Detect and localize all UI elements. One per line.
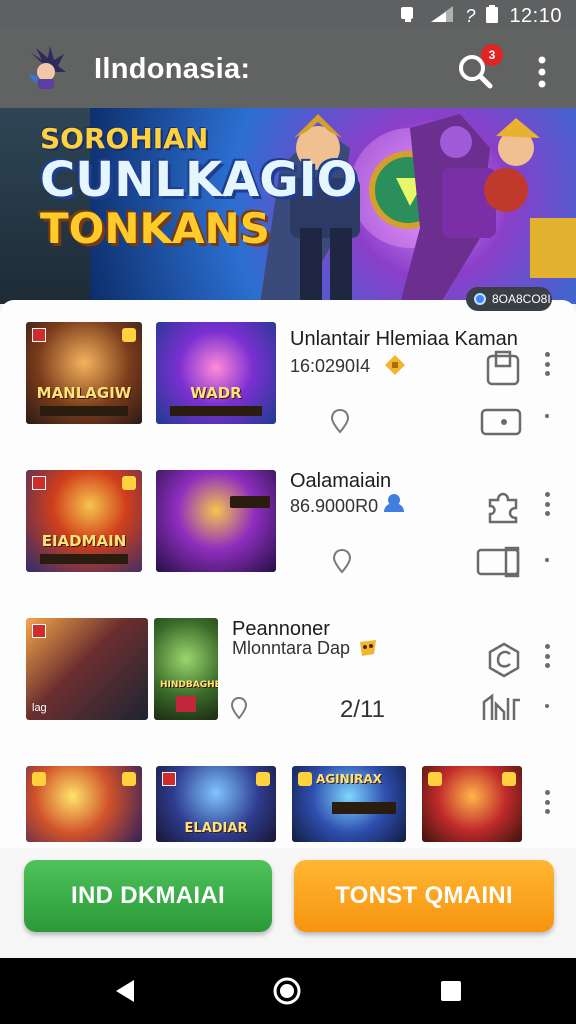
game-thumbnail[interactable]: AGINIRAX [292, 766, 406, 842]
clock: 12:10 [509, 5, 562, 27]
tablet-icon[interactable] [476, 546, 522, 578]
refresh-icon[interactable] [486, 640, 522, 678]
item-more-dot[interactable] [543, 704, 551, 710]
banner-chip[interactable]: 8OA8CO8I [466, 287, 552, 311]
list-item[interactable]: ELADIAR AGINIRAX [0, 766, 576, 844]
chip-label: 8OA8CO8I [492, 292, 551, 306]
more-vert-icon [538, 56, 546, 88]
item-more-dot[interactable] [543, 558, 551, 564]
thumbnail-title: WADR [190, 384, 242, 402]
banner-line-2: CUNLKAGIO [40, 152, 358, 208]
game-thumbnail[interactable]: lag [26, 618, 148, 720]
item-menu-button[interactable] [543, 644, 551, 668]
thumbnail-title: MANLAGIW [36, 384, 132, 402]
stats-icon[interactable] [480, 692, 522, 724]
list-item[interactable]: MANLAGIW WADR Unlantair Hlemiaa Kaman 16… [0, 322, 576, 436]
home-icon[interactable] [272, 976, 302, 1006]
badge-icon [122, 772, 136, 786]
avatar[interactable] [22, 46, 68, 92]
bookmark-icon[interactable] [484, 350, 522, 388]
game-thumbnail[interactable] [26, 766, 142, 842]
profile-icon [384, 494, 404, 512]
status-bar: ? 12:10 [0, 0, 576, 30]
item-subtitle: 16:0290I4 [290, 356, 371, 376]
thumbnail-strip [170, 406, 262, 416]
age-rating-icon [32, 624, 46, 638]
game-thumbnail[interactable]: MANLAGIW [26, 322, 142, 424]
item-subtitle: 86.9000R0 [290, 496, 379, 516]
badge-icon [256, 772, 270, 786]
thumbnail-title: AGINIRAX [316, 772, 382, 786]
item-menu-button[interactable] [543, 790, 551, 814]
primary-action-button[interactable]: IND DKMAIAI [24, 860, 272, 932]
thumbnail-title: ELADIAR [184, 821, 248, 836]
item-subtitle: Mlonntara Dap [232, 638, 351, 658]
notification-badge[interactable]: 3 [481, 44, 503, 66]
thumbnail-title: HINDBAGHEES [160, 680, 218, 690]
system-nav-bar [0, 958, 576, 1024]
secondary-action-button[interactable]: TONST QMAINI [294, 860, 554, 932]
thumbnail-strip [40, 406, 128, 416]
location-pin-icon [330, 408, 350, 434]
app-title: Ilndonasia: [94, 53, 251, 85]
puzzle-icon[interactable] [484, 488, 522, 526]
item-more-dot[interactable] [543, 414, 551, 420]
badge-icon [32, 772, 46, 786]
signal-icon [429, 4, 455, 29]
game-thumbnail[interactable]: EIADMAIN [26, 470, 142, 572]
overflow-menu-button[interactable] [528, 52, 556, 92]
game-thumbnail[interactable]: WADR [156, 322, 276, 424]
game-thumbnail[interactable]: HINDBAGHEES [154, 618, 218, 720]
banner-line-1: SOROHIAN [40, 122, 209, 155]
game-thumbnail[interactable] [156, 470, 276, 572]
list-item[interactable]: EIADMAIN Oalamaiain 86.9000R0 [0, 470, 576, 580]
cast-icon[interactable] [480, 408, 522, 438]
item-menu-button[interactable] [543, 352, 551, 376]
badge-icon [428, 772, 442, 786]
thumbnail-tag [230, 496, 270, 508]
app-bar: Ilndonasia: 3 [0, 30, 576, 108]
game-thumbnail[interactable]: ELADIAR [156, 766, 276, 842]
item-title: Unlantair Hlemiaa Kaman [290, 328, 518, 350]
recents-icon[interactable] [440, 980, 462, 1002]
item-menu-button[interactable] [543, 492, 551, 516]
thumbnail-strip [332, 802, 396, 814]
action-bar: IND DKMAIAI TONST QMAINI [0, 848, 576, 958]
thumbnail-tag: lag [32, 702, 47, 714]
notification-icon [399, 4, 419, 29]
item-count: 2/11 [340, 696, 385, 723]
thumbnail-emblem [176, 696, 196, 712]
game-list: MANLAGIW WADR Unlantair Hlemiaa Kaman 16… [0, 300, 576, 848]
chip-dot-icon [474, 293, 486, 305]
battery-icon [485, 4, 499, 29]
location-pin-icon [332, 548, 352, 574]
list-item[interactable]: lag HINDBAGHEES Peannoner Mlonntara Dap … [0, 618, 576, 724]
banner-line-3: TONKANS [40, 204, 270, 253]
back-icon[interactable] [114, 978, 138, 1004]
location-pin-icon [230, 696, 248, 720]
help-icon: ? [465, 6, 476, 26]
coin-icon [385, 355, 405, 375]
badge-icon [122, 476, 136, 490]
age-rating-icon [32, 328, 46, 342]
item-title: Oalamaiain [290, 470, 392, 492]
game-thumbnail[interactable] [422, 766, 522, 842]
thumbnail-title: EIADMAIN [41, 532, 127, 550]
badge-icon [502, 772, 516, 786]
promo-banner[interactable]: SOROHIAN CUNLKAGIO TONKANS [0, 108, 576, 304]
thumbnail-strip [40, 554, 128, 564]
badge-icon [122, 328, 136, 342]
age-rating-icon [162, 772, 176, 786]
age-rating-icon [32, 476, 46, 490]
mask-icon [360, 640, 376, 656]
